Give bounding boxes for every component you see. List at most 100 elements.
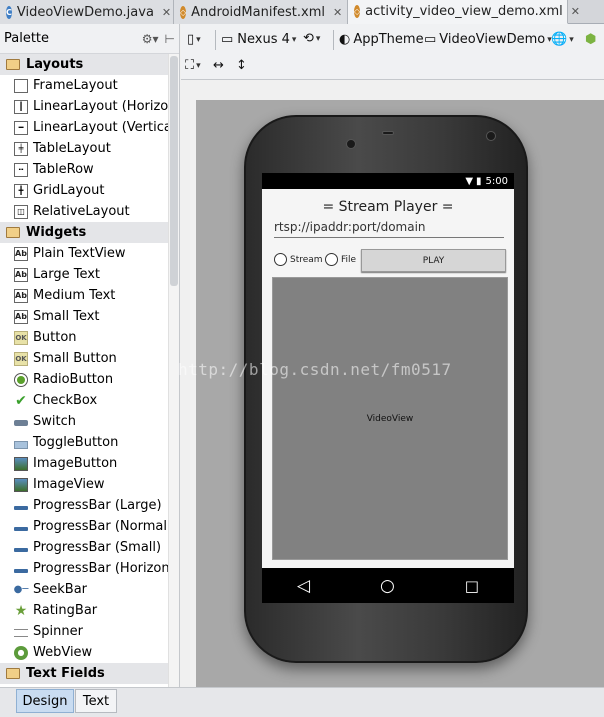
close-icon[interactable]: ✕ [571, 5, 580, 18]
palette-item-label: Plain TextView [33, 246, 126, 261]
palette-item-label: Large Text [33, 267, 100, 282]
palette-category-widgets[interactable]: Widgets [0, 222, 168, 243]
locale-button[interactable]: 🌐 ▾ [551, 32, 574, 47]
layout-toolbar: ▯ ▾ ▭ Nexus 4 ▾ ⟲ ▾ ◐ AppTheme ▭ VideoViewDemo… [181, 24, 604, 80]
folder-icon [6, 668, 20, 679]
gear-icon[interactable]: ⚙▾ [142, 32, 159, 46]
activity-icon: ▭ [424, 32, 437, 47]
palette-item-label: RadioButton [33, 372, 114, 387]
palette-item-label: ToggleButton [33, 435, 119, 450]
palette-item-relativelayout[interactable]: ◫ RelativeLayout [0, 201, 168, 222]
palette-item-plain-textview[interactable]: Ab Plain TextView [0, 243, 168, 264]
palette-item-togglebutton[interactable]: ToggleButton [0, 432, 168, 453]
device-selector[interactable]: ▭ Nexus 4 ▾ [221, 32, 296, 47]
palette-item-radiobutton[interactable]: RadioButton [0, 369, 168, 390]
tab-design[interactable]: Design [16, 689, 74, 713]
widget-icon [14, 477, 28, 492]
palette-item-label: Small Button [33, 351, 117, 366]
orientation-button[interactable]: ⟲ ▾ [303, 31, 320, 46]
widget-icon: Ab [14, 288, 28, 303]
close-icon[interactable]: ✕ [162, 6, 171, 19]
hide-panel-icon[interactable]: ⊢ [165, 32, 175, 46]
palette-item-small-button[interactable]: OK Small Button [0, 348, 168, 369]
palette-item-large-text[interactable]: Ab Large Text [0, 264, 168, 285]
watermark: http://blog.csdn.net/fm0517 [178, 360, 452, 379]
radio-file[interactable]: File [325, 253, 356, 266]
zoom-fit-button[interactable]: ⛶ ▾ [185, 58, 201, 73]
widget-icon: Ab [14, 267, 28, 282]
palette-item-medium-text[interactable]: Ab Medium Text [0, 285, 168, 306]
java-class-icon: C [6, 5, 12, 19]
palette-item-tablelayout[interactable]: ╪ TableLayout [0, 138, 168, 159]
speaker-grille [382, 131, 394, 135]
home-icon[interactable]: ○ [380, 576, 395, 596]
palette-list: Layouts FrameLayout ┃ LinearLayout (Horizon… [0, 54, 168, 687]
palette-item-label: WebView [33, 645, 93, 660]
palette-category-layouts[interactable]: Layouts [0, 54, 168, 75]
width-button[interactable]: ↔ [213, 58, 224, 73]
api-level-button[interactable]: ⬢ [585, 32, 596, 47]
palette-item-tablerow[interactable]: ┅ TableRow [0, 159, 168, 180]
palette-item-checkbox[interactable]: ✔ CheckBox [0, 390, 168, 411]
activity-label: VideoViewDemo [439, 32, 546, 47]
palette-item-framelayout[interactable]: FrameLayout [0, 75, 168, 96]
palette-item-small-text[interactable]: Ab Small Text [0, 306, 168, 327]
radio-stream[interactable]: Stream [274, 253, 323, 266]
palette-item-imagebutton[interactable]: ImageButton [0, 453, 168, 474]
palette-item-switch[interactable]: Switch [0, 411, 168, 432]
nav-bar: ◁ ○ □ [262, 568, 514, 603]
theme-selector[interactable]: ◐ AppTheme [339, 32, 424, 47]
palette-item-webview[interactable]: ● WebView [0, 642, 168, 663]
tab-label: VideoViewDemo.java [16, 4, 154, 20]
tab-videoviewdemo-java[interactable]: C VideoViewDemo.java ✕ [0, 0, 174, 24]
close-icon[interactable]: ✕ [333, 6, 342, 19]
widget-icon [14, 440, 28, 449]
palette-item-seekbar[interactable]: ●─ SeekBar [0, 579, 168, 600]
palette-item-label: GridLayout [33, 183, 105, 198]
palette-item-progressbar-small[interactable]: ProgressBar (Small) [0, 537, 168, 558]
palette-item-linearlayout-vertical[interactable]: ━ LinearLayout (Vertical) [0, 117, 168, 138]
widget-icon: ┃ [14, 99, 28, 114]
bottom-tab-bar: Design Text [0, 687, 604, 717]
palette-item-label: LinearLayout (Horizontal) [33, 99, 168, 114]
palette-category-text-fields[interactable]: Text Fields [0, 663, 168, 684]
activity-selector[interactable]: ▭ VideoViewDemo ▾ [424, 32, 552, 47]
stream-player-title: = Stream Player = [322, 199, 454, 215]
wifi-icon: ▼ [465, 175, 474, 187]
palette-item-label: Small Text [33, 309, 100, 324]
palette-item-spinner[interactable]: Spinner [0, 621, 168, 642]
tab-activity-video-view-demo-xml[interactable]: ◇ activity_video_view_demo.xml ✕ [348, 0, 580, 24]
horizontal-resize-icon: ↔ [213, 58, 224, 73]
palette-item-imageview[interactable]: ImageView [0, 474, 168, 495]
palette-item-button[interactable]: OK Button [0, 327, 168, 348]
back-icon[interactable]: ◁ [297, 576, 310, 596]
palette-item-progressbar-normal[interactable]: ProgressBar (Normal) [0, 516, 168, 537]
device-icon: ▭ [221, 32, 234, 47]
widget-icon: OK [14, 351, 28, 366]
phone-screen: ▼ ▮ 5:00 = Stream Player = rtsp://ipaddr… [262, 173, 514, 603]
folder-icon [6, 59, 20, 70]
palette-item-gridlayout[interactable]: ╋ GridLayout [0, 180, 168, 201]
height-button[interactable]: ↕ [236, 58, 247, 73]
widget-icon [14, 78, 28, 93]
tab-text[interactable]: Text [75, 689, 117, 713]
play-button[interactable]: PLAY [361, 249, 506, 272]
palette-item-label: Button [33, 330, 77, 345]
palette-item-label: TableLayout [33, 141, 111, 156]
recents-icon[interactable]: □ [465, 577, 479, 595]
device-label: Nexus 4 [237, 32, 290, 47]
folder-icon [6, 227, 20, 238]
palette-item-label: ProgressBar (Horizontal) [33, 561, 168, 576]
palette-item-progressbar-horizontal[interactable]: ProgressBar (Horizontal) [0, 558, 168, 579]
palette-item-label: ProgressBar (Large) [33, 498, 162, 513]
video-view: VideoView [272, 277, 508, 560]
phone-frame: ▼ ▮ 5:00 = Stream Player = rtsp://ipaddr… [244, 115, 528, 663]
widget-icon: Ab [14, 246, 28, 261]
palette-item-linearlayout-horizontal[interactable]: ┃ LinearLayout (Horizontal) [0, 96, 168, 117]
palette-item-progressbar-large[interactable]: ProgressBar (Large) [0, 495, 168, 516]
tab-androidmanifest-xml[interactable]: ◇ AndroidManifest.xml ✕ [174, 0, 348, 24]
layout-variant-button[interactable]: ▯ ▾ [187, 32, 201, 47]
palette-item-ratingbar[interactable]: ★ RatingBar [0, 600, 168, 621]
url-input[interactable]: rtsp://ipaddr:port/domain [274, 220, 504, 238]
scrollbar-thumb[interactable] [170, 56, 178, 286]
